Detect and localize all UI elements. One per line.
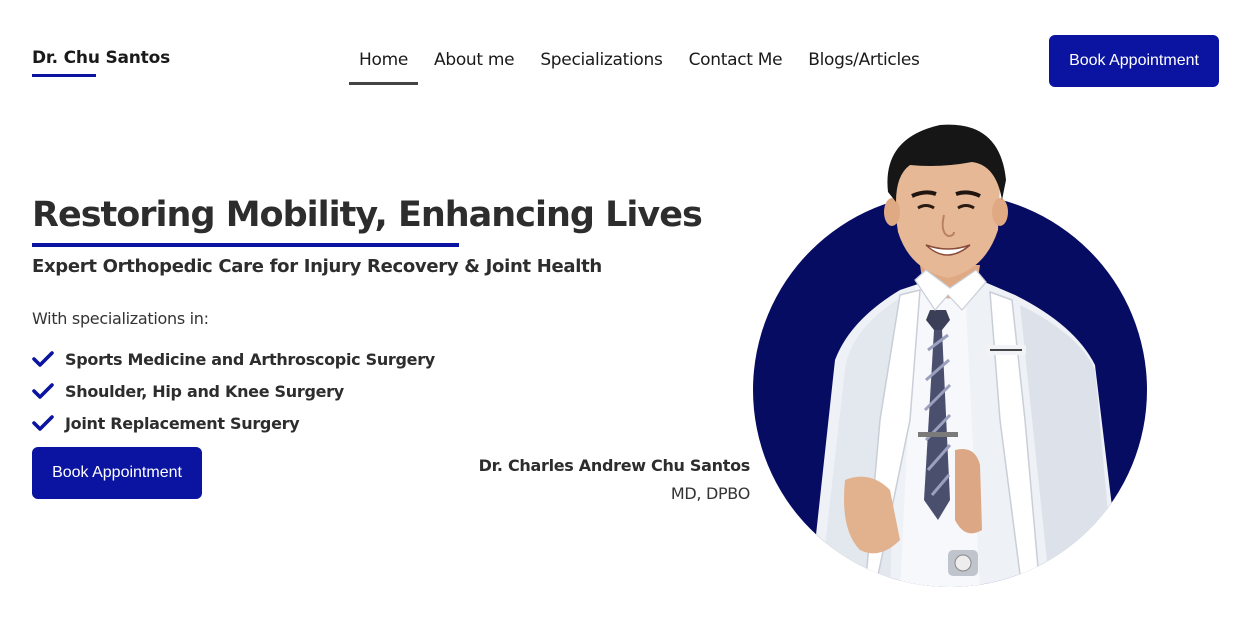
hero-title-underline bbox=[32, 243, 459, 247]
check-icon bbox=[32, 383, 54, 399]
specializations-intro: With specializations in: bbox=[32, 309, 209, 328]
nav-item-specializations[interactable]: Specializations bbox=[530, 44, 672, 82]
nav-item-about-me[interactable]: About me bbox=[424, 44, 524, 82]
doctor-portrait bbox=[753, 124, 1147, 587]
list-item: Sports Medicine and Arthroscopic Surgery bbox=[32, 343, 435, 375]
check-icon bbox=[32, 415, 54, 431]
site-logo[interactable]: Dr. Chu Santos bbox=[32, 48, 170, 68]
header-book-appointment-button[interactable]: Book Appointment bbox=[1049, 35, 1219, 87]
hero-subtitle: Expert Orthopedic Care for Injury Recove… bbox=[32, 256, 602, 277]
doctor-name: Dr. Charles Andrew Chu Santos bbox=[478, 456, 751, 475]
list-item: Shoulder, Hip and Knee Surgery bbox=[32, 375, 435, 407]
logo-underline bbox=[32, 74, 96, 77]
nav-item-contact-me[interactable]: Contact Me bbox=[679, 44, 793, 82]
list-item: Joint Replacement Surgery bbox=[32, 407, 435, 439]
main-nav: Home About me Specializations Contact Me… bbox=[349, 44, 936, 85]
specialization-label: Joint Replacement Surgery bbox=[65, 413, 300, 433]
specialization-label: Shoulder, Hip and Knee Surgery bbox=[65, 381, 344, 401]
check-icon bbox=[32, 351, 54, 367]
hero-title: Restoring Mobility, Enhancing Lives bbox=[32, 195, 703, 235]
page: Dr. Chu Santos Home About me Specializat… bbox=[0, 0, 1239, 642]
nav-item-blogs-articles[interactable]: Blogs/Articles bbox=[798, 44, 929, 82]
doctor-credentials: MD, DPBO bbox=[670, 484, 750, 503]
specialization-label: Sports Medicine and Arthroscopic Surgery bbox=[65, 349, 435, 369]
specializations-list: Sports Medicine and Arthroscopic Surgery… bbox=[32, 343, 435, 439]
nav-item-home[interactable]: Home bbox=[349, 44, 419, 85]
hero-book-appointment-button[interactable]: Book Appointment bbox=[32, 447, 202, 499]
